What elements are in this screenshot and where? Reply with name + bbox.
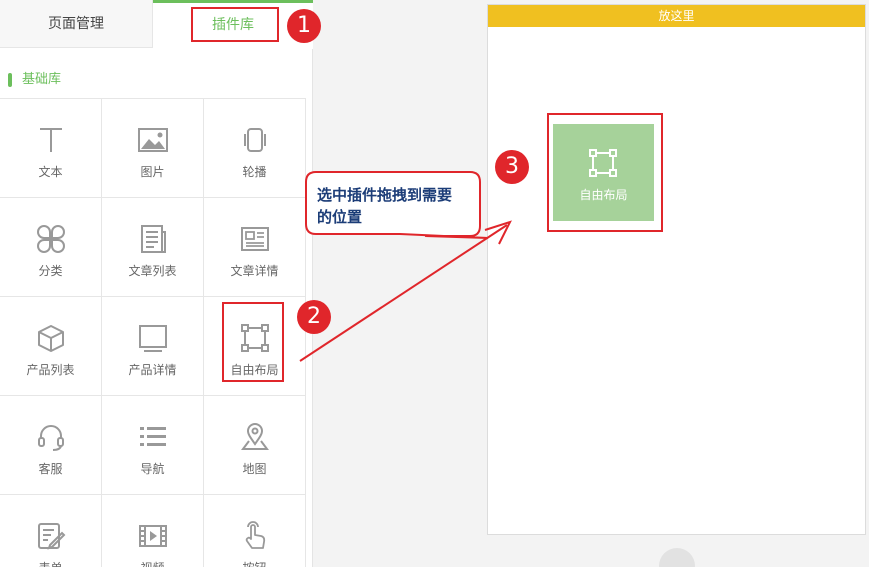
plugin-label: 客服: [38, 462, 63, 476]
plugin-label: 产品详情: [128, 363, 177, 377]
plugin-label: 地图: [242, 462, 267, 476]
plugin-label: 分类: [38, 264, 63, 278]
article-detail-icon: [241, 227, 269, 251]
video-icon: [139, 525, 167, 547]
phone-home-button: [659, 548, 695, 567]
plugin-video[interactable]: 视频: [102, 495, 204, 567]
plugin-map[interactable]: 地图: [204, 396, 305, 495]
drop-zone-header: 放这里: [488, 5, 865, 27]
tab-plugin-lib-label: 插件库: [212, 17, 254, 33]
plugin-label: 产品列表: [26, 363, 75, 377]
map-pin-icon: [241, 423, 269, 450]
nav-list-icon: [140, 427, 166, 446]
plugin-article-list[interactable]: 文章列表: [102, 198, 204, 297]
plugin-customer-service[interactable]: 客服: [0, 396, 102, 495]
plugin-product-detail[interactable]: 产品详情: [102, 297, 204, 396]
plugin-text[interactable]: 文本: [0, 99, 102, 198]
plugin-carousel[interactable]: 轮播: [204, 99, 305, 198]
step-badge-1: 1: [287, 9, 321, 43]
product-detail-icon: [139, 325, 167, 352]
step-badge-2: 2: [297, 300, 331, 334]
category-icon: [37, 225, 65, 253]
plugin-image[interactable]: 图片: [102, 99, 204, 198]
highlight-drop-target: [547, 113, 663, 232]
highlight-free-layout: [222, 302, 284, 382]
section-basic-lib-label: 基础库: [22, 72, 62, 87]
plugin-label: 图片: [140, 165, 165, 179]
plugin-label: 轮播: [242, 165, 267, 179]
plugin-form[interactable]: 表单: [0, 495, 102, 567]
callout-line-1: 选中插件拖拽到需要: [317, 186, 453, 204]
step-badge-3: 3: [495, 150, 529, 184]
tab-page-manage[interactable]: 页面管理: [0, 0, 153, 48]
plugin-label: 表单: [0, 559, 101, 567]
plugin-label: 文本: [38, 165, 63, 179]
article-list-icon: [141, 225, 166, 253]
section-basic-lib: 基础库: [8, 71, 61, 89]
plugin-label: 文章列表: [128, 264, 177, 278]
section-marker: [8, 73, 12, 87]
plugin-label: 按钮: [204, 559, 305, 567]
form-icon: [38, 523, 66, 550]
plugin-button[interactable]: 按钮: [204, 495, 305, 567]
headset-icon: [38, 425, 64, 451]
plugin-panel: 页面管理 插件库 基础库 文本 图片 轮播 分类 文章列表 文章详情 产品列表 …: [0, 0, 313, 567]
plugin-label: 文章详情: [230, 264, 279, 278]
drag-arrow-line: [299, 224, 508, 362]
phone-canvas[interactable]: 放这里: [487, 4, 866, 535]
product-list-icon: [38, 325, 64, 352]
tap-hand-icon: [245, 521, 266, 549]
plugin-article-detail[interactable]: 文章详情: [204, 198, 305, 297]
callout-line-2: 的位置: [317, 208, 363, 226]
text-icon: [40, 128, 62, 152]
carousel-icon: [244, 128, 266, 152]
image-icon: [138, 128, 168, 152]
plugin-category[interactable]: 分类: [0, 198, 102, 297]
plugin-navigation[interactable]: 导航: [102, 396, 204, 495]
callout-text: 选中插件拖拽到需要 的位置: [317, 184, 477, 228]
plugin-label: 视频: [102, 559, 203, 567]
plugin-label: 导航: [140, 462, 165, 476]
plugin-product-list[interactable]: 产品列表: [0, 297, 102, 396]
